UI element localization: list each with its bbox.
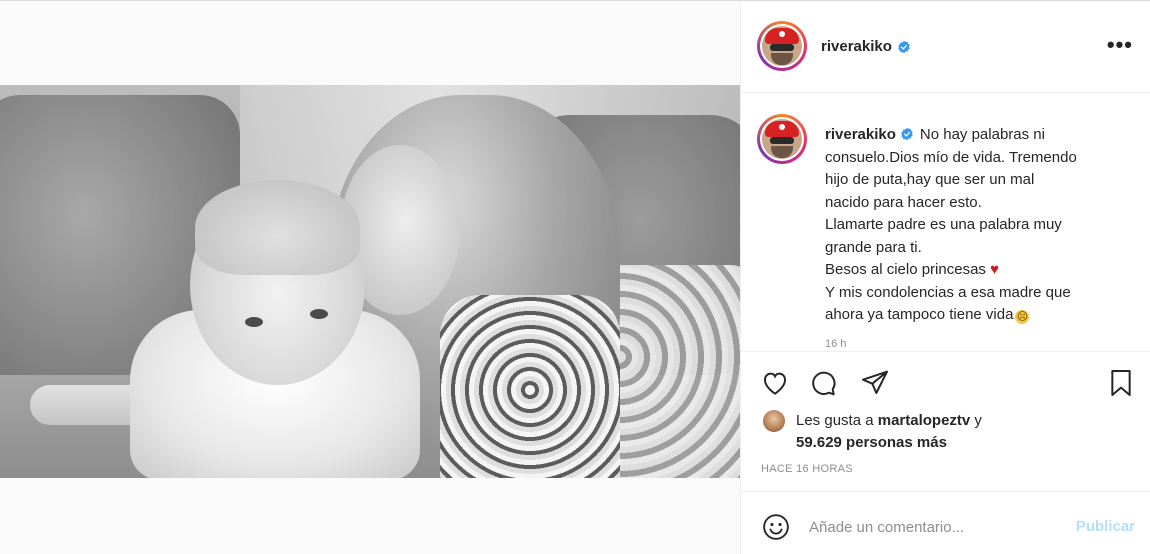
author-username-row: riverakiko <box>821 38 911 55</box>
caption-text: riverakiko No hay palabras ni consuelo.D… <box>825 124 1125 327</box>
sad-face-emoji: ☹ <box>1015 310 1030 324</box>
caption-line: consuelo.Dios mío de vida. Tremendo <box>825 148 1077 166</box>
likes-summary: Les gusta a martalopeztv y 59.629 person… <box>763 406 1143 454</box>
comment-input[interactable] <box>809 514 1059 540</box>
more-options-icon[interactable]: ••• <box>1107 34 1133 56</box>
verified-badge-icon <box>898 40 910 53</box>
comment-bar: Publicar <box>741 491 1150 554</box>
caption-line: nacido para hacer esto. <box>825 193 982 211</box>
red-heart-emoji: ♥ <box>990 261 999 278</box>
caption-line: Llamarte padre es una palabra muy <box>825 216 1062 233</box>
action-bar <box>741 359 1150 409</box>
author-username[interactable]: riverakiko <box>821 38 892 55</box>
post-photo[interactable] <box>0 85 740 478</box>
post-media-area <box>0 1 740 554</box>
caption-line: ahora ya tampoco tiene vida <box>825 306 1014 323</box>
speech-bubble-icon[interactable] <box>807 367 839 399</box>
post-sidebar: riverakiko ••• riverakiko No hay palabra… <box>740 1 1150 554</box>
liker-username[interactable]: martalopeztv <box>878 412 971 429</box>
verified-badge-icon <box>901 127 913 141</box>
caption-section: riverakiko No hay palabras ni consuelo.D… <box>741 94 1150 352</box>
paper-plane-icon[interactable] <box>859 367 891 399</box>
caption-username[interactable]: riverakiko <box>825 126 896 143</box>
caption-timestamp: 16 h <box>825 338 847 350</box>
likes-connector: y <box>970 412 982 429</box>
caption-line: Besos al cielo princesas <box>825 261 986 278</box>
heart-outline-icon[interactable] <box>759 367 791 399</box>
caption-line: Y mis condolencias a esa madre que <box>825 283 1071 301</box>
liker-avatar[interactable] <box>763 410 785 432</box>
post-time[interactable]: HACE 16 HORAS <box>761 463 853 475</box>
likes-prefix: Les gusta a <box>796 412 878 429</box>
instagram-post: riverakiko ••• riverakiko No hay palabra… <box>0 0 1150 554</box>
caption-author-avatar[interactable] <box>757 114 807 164</box>
caption-line: No hay palabras ni <box>919 126 1045 143</box>
bookmark-icon[interactable] <box>1105 367 1137 399</box>
caption-line: grande para ti. <box>825 238 922 256</box>
likes-count[interactable]: 59.629 personas más <box>796 434 947 451</box>
post-header: riverakiko ••• <box>741 1 1150 93</box>
caption-line: hijo de puta,hay que ser un mal <box>825 171 1035 188</box>
smiley-icon[interactable] <box>761 512 791 542</box>
author-avatar[interactable] <box>757 21 807 71</box>
publish-button[interactable]: Publicar <box>1076 518 1135 535</box>
